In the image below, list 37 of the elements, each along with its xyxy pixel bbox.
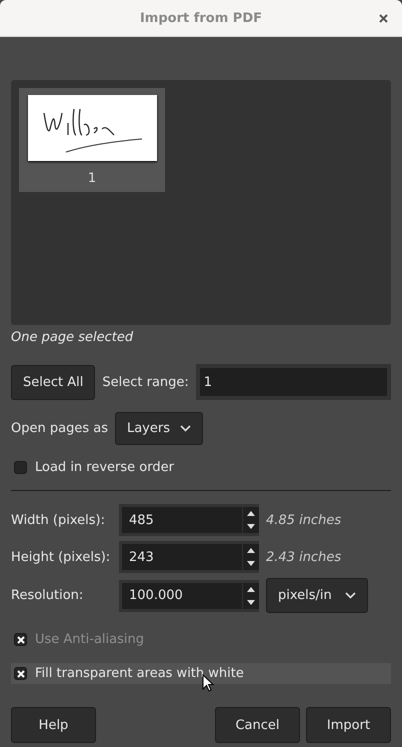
decrement-icon[interactable] xyxy=(247,561,255,566)
window-title: Import from PDF xyxy=(140,10,262,26)
page-thumbnail[interactable]: 1 xyxy=(19,88,165,192)
inches-text: 4.85 inches xyxy=(266,512,342,528)
selection-status: One page selected xyxy=(11,330,134,347)
checkbox-row[interactable]: Fill transparent areas with white xyxy=(11,663,391,684)
chevron-icon xyxy=(345,592,356,599)
layers-dropdown[interactable]: Layers xyxy=(114,412,203,445)
spin-field[interactable]: 485 xyxy=(119,504,259,536)
unit-dropdown[interactable]: pixels/in xyxy=(266,578,368,613)
inches-text: 2.43 inches xyxy=(266,550,342,564)
chevron-icon xyxy=(180,425,191,432)
import-button[interactable]: Import xyxy=(306,707,391,743)
decrement-icon[interactable] xyxy=(247,524,255,529)
page-number: 1 xyxy=(88,171,96,186)
checkbox[interactable] xyxy=(14,667,27,680)
increment-icon[interactable] xyxy=(247,548,255,553)
checkbox[interactable] xyxy=(14,461,27,474)
range-field[interactable]: 1 xyxy=(196,364,391,400)
checkbox-row[interactable]: Load in reverse order xyxy=(11,457,391,478)
checkbox-label: Load in reverse order xyxy=(35,460,174,475)
cancel-button[interactable]: Cancel xyxy=(215,707,300,743)
select-range-label: Select range: xyxy=(102,374,189,390)
close-icon[interactable] xyxy=(379,14,388,23)
increment-icon[interactable] xyxy=(247,586,255,592)
help-button[interactable]: Help xyxy=(11,707,96,743)
open-pages-label: Open pages as xyxy=(11,421,108,436)
checkbox-label: Fill transparent areas with white xyxy=(35,666,244,681)
spin-field[interactable]: 100.000 xyxy=(119,580,259,612)
spin-field[interactable]: 243 xyxy=(119,541,259,573)
decrement-icon[interactable] xyxy=(247,600,255,604)
checkbox-label: Use Anti-aliasing xyxy=(35,632,144,647)
select-all-button[interactable]: Select All xyxy=(11,364,96,400)
field-label: Resolution: xyxy=(11,588,84,603)
field-label: Width (pixels): xyxy=(11,512,106,528)
increment-icon[interactable] xyxy=(247,511,255,516)
field-label: Height (pixels): xyxy=(11,550,112,564)
